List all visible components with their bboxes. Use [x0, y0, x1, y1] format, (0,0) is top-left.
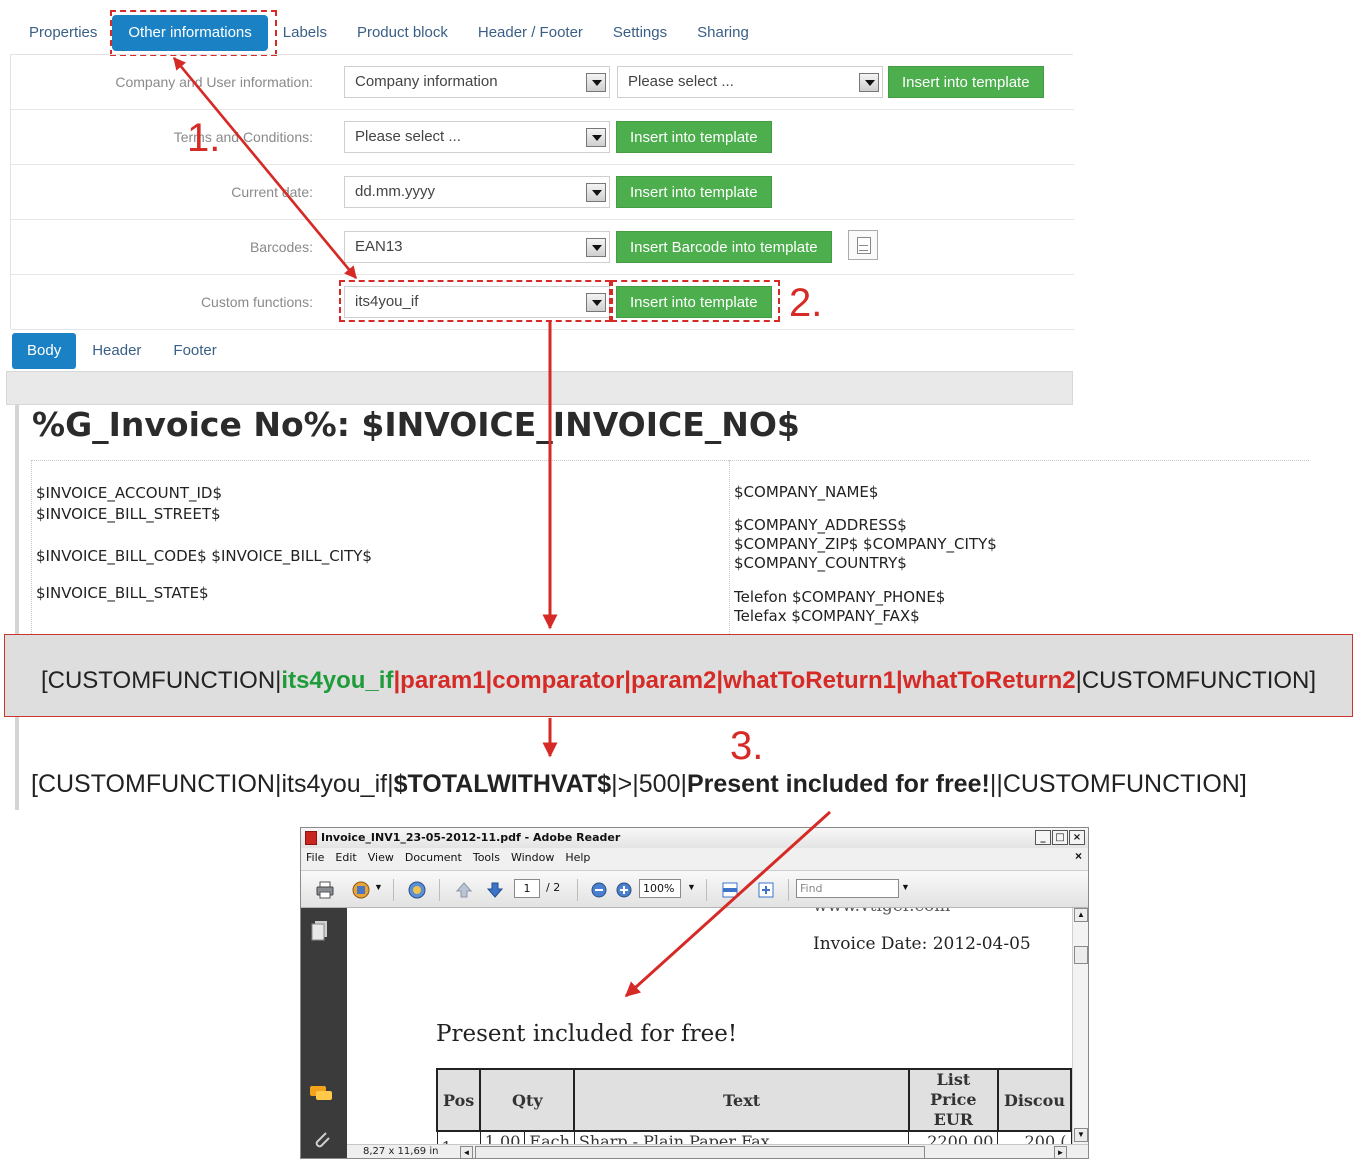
arrow-1-back: [173, 57, 357, 279]
annotation-arrows: [173, 57, 832, 998]
arrow-4: [624, 810, 832, 998]
